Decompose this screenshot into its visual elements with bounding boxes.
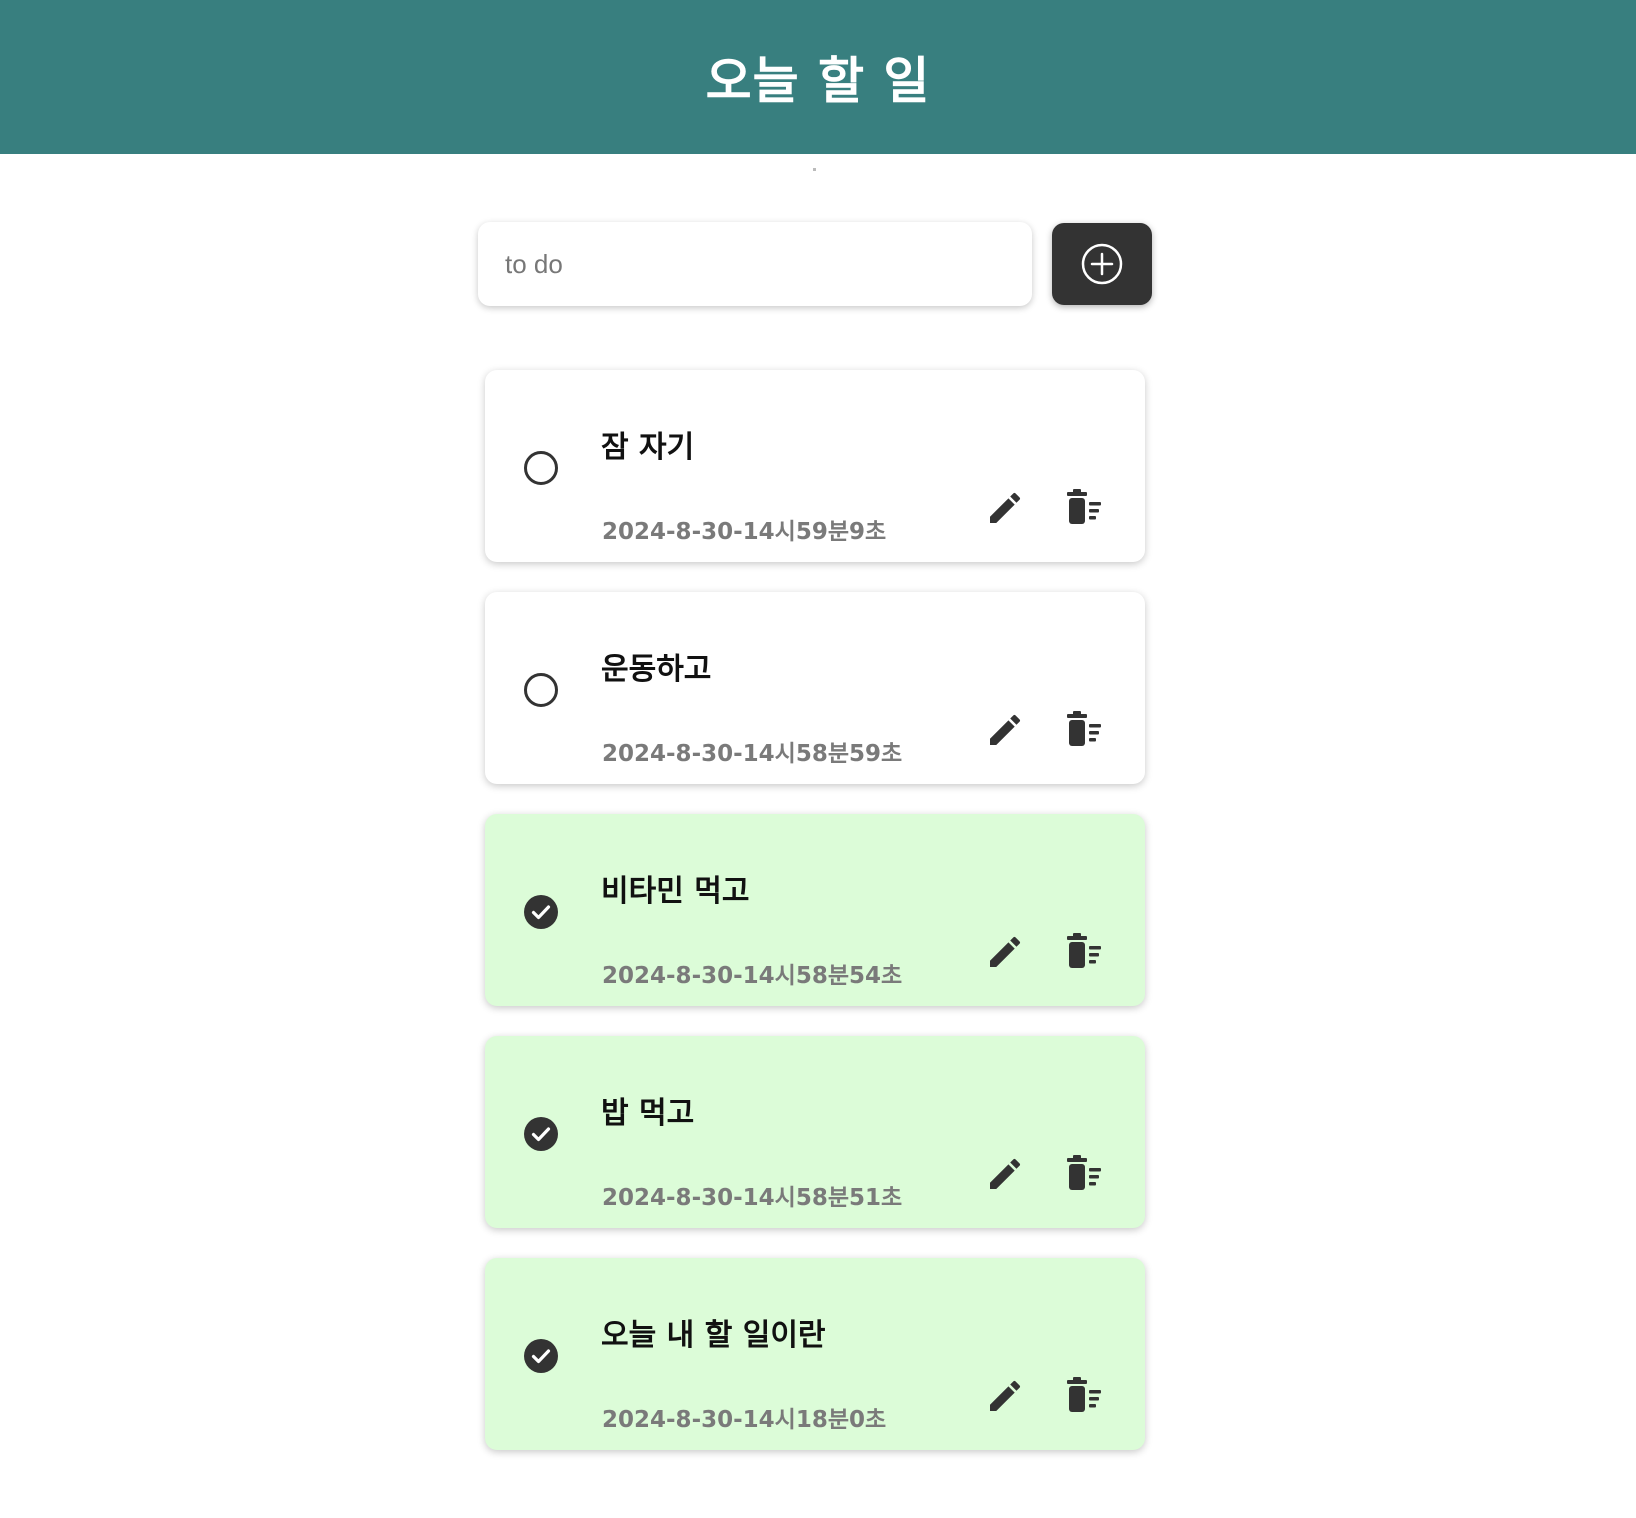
edit-button[interactable] bbox=[985, 488, 1025, 528]
page-title: 오늘 할 일 bbox=[705, 52, 931, 110]
checkbox[interactable] bbox=[523, 1338, 559, 1374]
trash-icon bbox=[1067, 933, 1101, 968]
delete-button[interactable] bbox=[1063, 932, 1105, 972]
trash-icon bbox=[1067, 489, 1101, 524]
plus-circle-icon bbox=[1081, 243, 1123, 285]
checkbox[interactable] bbox=[523, 672, 559, 708]
pencil-icon bbox=[990, 1380, 1021, 1411]
app-header: 오늘 할 일 bbox=[0, 0, 1636, 154]
todo-item: 잠 자기 2024-8-30-14시59분9초 bbox=[485, 370, 1145, 562]
pencil-icon bbox=[990, 1158, 1021, 1189]
todo-date: 2024-8-30-14시58분59초 bbox=[602, 741, 903, 767]
checkbox[interactable] bbox=[523, 450, 559, 486]
delete-button[interactable] bbox=[1063, 488, 1105, 528]
circle-icon bbox=[524, 673, 558, 707]
todo-title: 밥 먹고 bbox=[601, 1096, 695, 1131]
todo-date: 2024-8-30-14시58분54초 bbox=[602, 963, 903, 989]
todo-item: 밥 먹고 2024-8-30-14시58분51초 bbox=[485, 1036, 1145, 1228]
delete-button[interactable] bbox=[1063, 1376, 1105, 1416]
edit-button[interactable] bbox=[985, 932, 1025, 972]
todo-item: 오늘 내 할 일이란 2024-8-30-14시18분0초 bbox=[485, 1258, 1145, 1450]
todo-input[interactable] bbox=[478, 222, 1032, 306]
todo-list: 잠 자기 2024-8-30-14시59분9초 운동하고 2024-8-30-1… bbox=[485, 370, 1145, 1480]
trash-icon bbox=[1067, 1155, 1101, 1190]
todo-item: 운동하고 2024-8-30-14시58분59초 bbox=[485, 592, 1145, 784]
edit-button[interactable] bbox=[985, 1154, 1025, 1194]
add-todo-button[interactable] bbox=[1052, 223, 1152, 305]
todo-date: 2024-8-30-14시18분0초 bbox=[602, 1407, 887, 1433]
pencil-icon bbox=[990, 714, 1021, 745]
trash-icon bbox=[1067, 711, 1101, 746]
pencil-icon bbox=[990, 936, 1021, 967]
delete-button[interactable] bbox=[1063, 1154, 1105, 1194]
circle-icon bbox=[524, 451, 558, 485]
edit-button[interactable] bbox=[985, 710, 1025, 750]
check-circle-icon bbox=[524, 895, 558, 929]
checkbox[interactable] bbox=[523, 1116, 559, 1152]
todo-title: 비타민 먹고 bbox=[601, 874, 750, 909]
edit-button[interactable] bbox=[985, 1376, 1025, 1416]
checkbox[interactable] bbox=[523, 894, 559, 930]
todo-title: 운동하고 bbox=[601, 652, 712, 687]
pencil-icon bbox=[990, 492, 1021, 523]
todo-date: 2024-8-30-14시58분51초 bbox=[602, 1185, 903, 1211]
divider-marker bbox=[813, 168, 816, 171]
todo-title: 잠 자기 bbox=[601, 430, 695, 465]
todo-item: 비타민 먹고 2024-8-30-14시58분54초 bbox=[485, 814, 1145, 1006]
todo-title: 오늘 내 할 일이란 bbox=[601, 1318, 826, 1353]
delete-button[interactable] bbox=[1063, 710, 1105, 750]
trash-icon bbox=[1067, 1377, 1101, 1412]
todo-date: 2024-8-30-14시59분9초 bbox=[602, 519, 887, 545]
add-todo-form bbox=[478, 222, 1152, 306]
check-circle-icon bbox=[524, 1117, 558, 1151]
check-circle-icon bbox=[524, 1339, 558, 1373]
